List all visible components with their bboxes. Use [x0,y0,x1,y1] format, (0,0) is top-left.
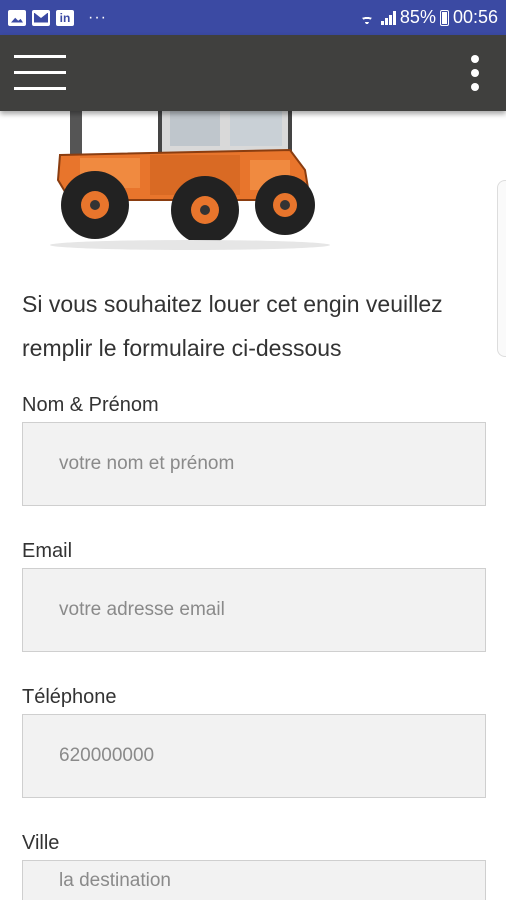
mail-icon [32,9,50,26]
app-toolbar [0,35,506,111]
menu-icon[interactable] [14,55,66,91]
email-input[interactable] [22,568,486,652]
signal-icon [380,10,396,25]
phone-input[interactable] [22,714,486,798]
battery-icon [439,9,449,26]
system-icons: 85% 00:56 [357,7,498,28]
name-input[interactable] [22,422,486,506]
clock: 00:56 [452,7,498,27]
notification-icons: in ··· [8,9,107,27]
city-input[interactable] [22,860,486,900]
city-label: Ville [22,832,60,854]
email-label: Email [22,540,73,562]
linkedin-icon: in [56,9,74,26]
more-notifications-icon: ··· [88,8,107,26]
image-icon [8,9,26,26]
more-vert-icon[interactable] [470,55,480,93]
name-label: Nom & Prénom [22,394,159,416]
intro-text: Si vous souhaitez louer cet engin veuill… [22,291,443,361]
status-bar: in ··· 85% 00:56 [0,0,506,35]
wifi-icon [357,10,377,26]
phone-label: Téléphone [22,686,117,708]
battery-percent: 85% [399,7,436,27]
scroll-edge-tab[interactable] [497,180,506,357]
machine-image [50,100,330,250]
